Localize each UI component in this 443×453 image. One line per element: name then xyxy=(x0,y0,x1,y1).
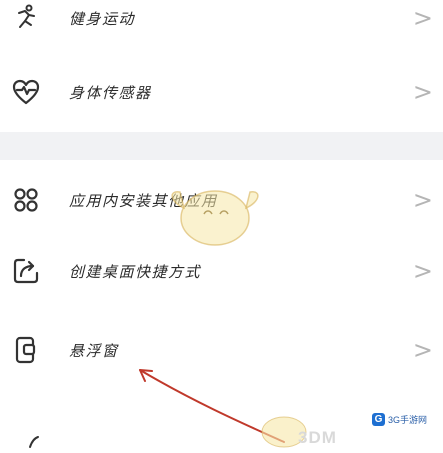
settings-item-desktop-shortcut[interactable]: 创建桌面快捷方式 > xyxy=(0,243,443,299)
settings-item-fitness[interactable]: 健身运动 > xyxy=(0,0,443,46)
settings-item-label: 悬浮窗 xyxy=(69,342,119,360)
chevron-right-icon: > xyxy=(412,186,433,214)
chevron-right-icon: > xyxy=(412,336,433,364)
floating-window-icon xyxy=(0,322,52,378)
badge-letter: G xyxy=(372,412,385,426)
shortcut-icon xyxy=(0,243,52,299)
chevron-right-icon: > xyxy=(412,257,433,285)
heart-sensor-icon xyxy=(0,64,52,120)
settings-item-label: 身体传感器 xyxy=(69,84,152,102)
settings-item-label: 健身运动 xyxy=(69,10,136,28)
settings-item-install-apps[interactable]: 应用内安装其他应用 > xyxy=(0,172,443,228)
settings-item-label: 应用内安装其他应用 xyxy=(69,192,218,210)
badge-text: 3G手游网 xyxy=(388,414,428,425)
settings-item-label: 创建桌面快捷方式 xyxy=(69,263,202,281)
settings-item-body-sensors[interactable]: 身体传感器 > xyxy=(0,64,443,120)
watermark-3g-badge: G 3G手游网 xyxy=(372,411,438,427)
watermark-3dm-logo: 3DM xyxy=(298,428,337,447)
chevron-right-icon: > xyxy=(412,78,433,106)
fitness-icon xyxy=(0,0,52,46)
settings-item-floating-window[interactable]: 悬浮窗 > xyxy=(0,322,443,378)
partial-next-item-icon xyxy=(28,434,40,453)
group-separator xyxy=(0,132,443,160)
apps-grid-icon xyxy=(0,172,52,228)
chevron-right-icon: > xyxy=(412,4,433,32)
